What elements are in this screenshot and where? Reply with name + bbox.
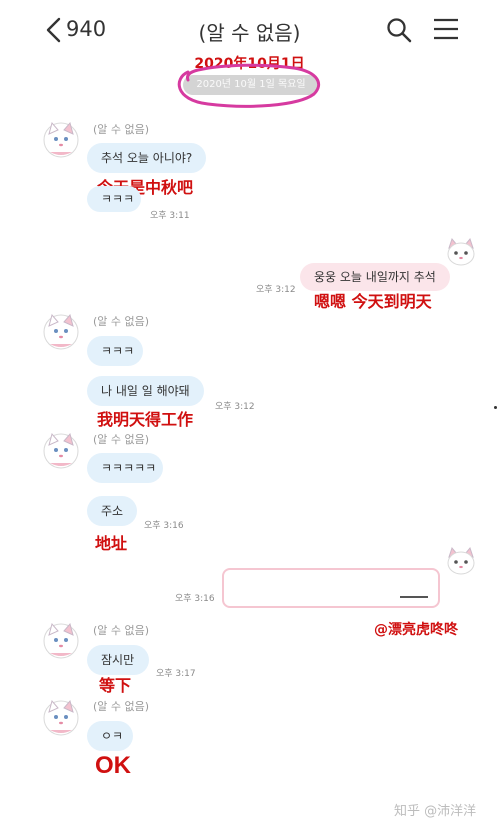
search-icon[interactable] [385,16,413,44]
translation-note: 地址 [95,534,128,553]
cat-avatar-icon[interactable] [42,429,80,471]
highlight-circle [177,63,320,108]
cat-avatar-icon[interactable] [443,236,479,270]
top-bar: 940 (알 수 없음) [0,0,499,58]
cat-avatar-icon[interactable] [42,696,80,738]
redacted-message-bubble[interactable] [222,568,440,608]
message-bubble[interactable]: ㅇㅋ [87,721,133,751]
cat-avatar-icon[interactable] [42,310,80,352]
message-bubble[interactable]: 나 내일 일 해야돼 [87,376,204,406]
chat-title: (알 수 없음) [198,21,301,45]
sender-name: (알 수 없음) [93,123,150,136]
message-bubble[interactable]: ㅋㅋㅋ [87,186,141,212]
message-bubble[interactable]: ㅋㅋㅋㅋㅋ [87,453,163,483]
message-bubble[interactable]: 주소 [87,496,137,526]
translation-note: 嗯嗯 今天到明天 [314,292,432,311]
cat-avatar-icon[interactable] [443,545,479,579]
watermark: 知乎 @沛洋洋 [394,804,477,819]
sender-name: (알 수 없음) [93,433,150,446]
cat-avatar-icon[interactable] [42,619,80,661]
message-bubble[interactable]: 추석 오늘 아니야? [87,143,207,173]
message-time: 오후 3:17 [156,669,196,679]
author-handle: @漂亮虎咚咚 [374,622,458,638]
translation-note: OK [95,752,131,779]
message-time: 오후 3:16 [144,521,184,531]
sender-name: (알 수 없음) [93,700,150,713]
redacted-mark [400,596,428,598]
message-time: 오후 3:11 [150,211,190,221]
stray-dot [494,406,497,409]
message-bubble[interactable]: 잠시만 [87,645,149,675]
cat-avatar-icon[interactable] [42,118,80,160]
message-time: 오후 3:12 [256,285,296,295]
message-time: 오후 3:12 [215,402,255,412]
translation-note: 我明天得工作 [97,410,194,429]
message-bubble[interactable]: 웅웅 오늘 내일까지 추석 [300,263,450,291]
translation-note: 等下 [99,676,132,695]
menu-icon[interactable] [432,17,460,41]
message-bubble[interactable]: ㅋㅋㅋ [87,336,143,366]
sender-name: (알 수 없음) [93,315,150,328]
sender-name: (알 수 없음) [93,624,150,637]
message-time: 오후 3:16 [175,594,215,604]
